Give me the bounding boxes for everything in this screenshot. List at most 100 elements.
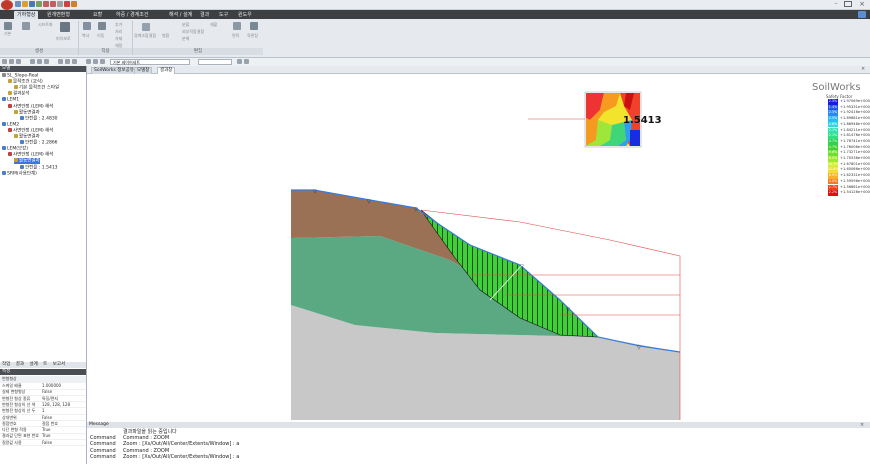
filter-icon[interactable] bbox=[37, 59, 42, 64]
new-file-icon[interactable] bbox=[15, 1, 21, 7]
close-icon[interactable]: × bbox=[857, 0, 867, 8]
menu-tools[interactable]: 도구 bbox=[216, 11, 231, 19]
tab-soilworks-info[interactable]: SoilWorks 정보공유 bbox=[91, 67, 137, 74]
zoom-icon[interactable] bbox=[2, 59, 7, 64]
ribbon-btn-explode[interactable]: 분해 bbox=[182, 36, 189, 42]
tree-item[interactable]: 안전율 : 2.4830 bbox=[20, 115, 58, 121]
area-icon[interactable] bbox=[233, 22, 241, 30]
mesh-icon[interactable] bbox=[100, 59, 105, 64]
rotate-icon[interactable] bbox=[16, 59, 21, 64]
tree-item[interactable]: 활동면결과 bbox=[14, 158, 40, 164]
select-icon[interactable] bbox=[30, 59, 35, 64]
save-as-icon[interactable] bbox=[36, 1, 42, 7]
tree-item[interactable]: 안전율 : 2.2866 bbox=[20, 140, 58, 146]
ribbon-btn-basic[interactable]: 기본 bbox=[4, 31, 11, 37]
menu-window[interactable]: 윈도우 bbox=[235, 11, 255, 19]
property-row[interactable]: 질량값 사용 False bbox=[0, 440, 86, 447]
property-value[interactable]: 절점 번호 bbox=[42, 421, 58, 427]
ribbon-btn-move[interactable]: 이동 bbox=[97, 33, 104, 39]
menu-load-boundary[interactable]: 하중 / 경계조건 bbox=[113, 11, 151, 19]
property-value[interactable]: False bbox=[42, 440, 52, 446]
ribbon-btn-external[interactable]: 외부적합결합 bbox=[182, 29, 204, 35]
ribbon-btn-area[interactable]: 면적 bbox=[232, 33, 239, 39]
tree-item[interactable]: 사면안정 (LEM) 해석 bbox=[8, 152, 53, 158]
result-canvas[interactable]: ▽ ▽ ▽ ▽ ▽ ▽ 1.5413 bbox=[87, 74, 870, 422]
tree-item[interactable]: LEM2 bbox=[2, 121, 19, 127]
grid-icon[interactable] bbox=[72, 59, 77, 64]
tree-item[interactable]: SRM(사용단계) bbox=[2, 170, 37, 176]
ortho-icon[interactable] bbox=[244, 59, 249, 64]
view-icon[interactable] bbox=[44, 59, 49, 64]
tree-item[interactable]: LEM1 bbox=[2, 97, 19, 103]
layer-icon[interactable] bbox=[58, 59, 63, 64]
ribbon-btn-merge[interactable]: 병합 bbox=[162, 33, 169, 39]
ribbon-btn-split[interactable]: 분할 bbox=[182, 22, 189, 28]
tab-tree[interactable]: 트 bbox=[41, 362, 49, 367]
tree-item[interactable]: 결과분석 bbox=[8, 91, 30, 97]
message-close-icon[interactable]: × bbox=[860, 423, 866, 428]
tab-design[interactable]: 설계 bbox=[27, 362, 39, 367]
line-tool-icon[interactable] bbox=[4, 22, 12, 30]
color-select[interactable] bbox=[198, 59, 232, 65]
undo-icon[interactable] bbox=[43, 1, 49, 7]
node-icon[interactable] bbox=[86, 59, 91, 64]
tree-item[interactable]: 활동면결과 bbox=[14, 109, 40, 115]
element-icon[interactable] bbox=[93, 59, 98, 64]
tree-item[interactable]: LEM(보강) bbox=[2, 146, 28, 152]
pan-icon[interactable] bbox=[9, 59, 14, 64]
tab-work[interactable]: 작업 bbox=[0, 362, 12, 367]
boundary-join-icon[interactable] bbox=[142, 23, 150, 31]
save-icon[interactable] bbox=[29, 1, 35, 7]
doc-close-icon[interactable]: × bbox=[861, 67, 867, 72]
tree-item[interactable]: 기본 물적조건 스타일 bbox=[14, 85, 59, 91]
ribbon-btn-boundary[interactable]: 경계조합결합 bbox=[134, 33, 156, 39]
layer-set-select[interactable]: 기본 레이어세트 bbox=[110, 59, 190, 65]
tab-result[interactable]: 결과 bbox=[14, 362, 26, 367]
app-logo-icon[interactable] bbox=[1, 0, 13, 10]
redo-icon[interactable] bbox=[50, 1, 56, 7]
tab-model-view[interactable]: 모델창 bbox=[134, 67, 153, 74]
tree-item[interactable]: 활동면결과 bbox=[14, 134, 40, 140]
tree-item[interactable]: 사면안정 (LEM) 해석 bbox=[8, 103, 53, 109]
ribbon-btn-add[interactable]: 추가 bbox=[115, 22, 122, 28]
ribbon-btn-copy[interactable]: 복사 bbox=[82, 33, 89, 39]
ribbon-btn-hexa[interactable]: 육면장 bbox=[247, 33, 258, 39]
help-icon[interactable] bbox=[858, 11, 866, 18]
menu-geometry[interactable]: 기하형상 bbox=[14, 11, 39, 19]
ribbon-btn-delete[interactable]: 삭제 bbox=[115, 36, 122, 42]
curve-tool-icon[interactable] bbox=[22, 22, 30, 30]
copy-icon[interactable] bbox=[83, 22, 91, 30]
tree-item[interactable]: SL_Slope-Real bbox=[2, 73, 38, 79]
tree-item[interactable]: 사면안정 (LEM) 해석 bbox=[8, 127, 53, 133]
menu-element[interactable]: 요할 bbox=[90, 11, 105, 19]
open-folder-icon[interactable] bbox=[22, 1, 28, 7]
property-value[interactable]: 128, 128, 128 bbox=[42, 402, 70, 408]
minimize-icon[interactable]: – bbox=[832, 1, 840, 7]
print-icon[interactable] bbox=[57, 1, 63, 7]
property-value[interactable]: False bbox=[42, 389, 52, 395]
tree-item[interactable]: 물적조건 (교식) bbox=[8, 79, 43, 85]
property-value[interactable]: True bbox=[42, 433, 51, 439]
tab-report[interactable]: 보고서 bbox=[51, 362, 67, 367]
menu-mesh[interactable]: 원개변환형 bbox=[44, 11, 73, 19]
ribbon-btn-shift[interactable]: 시프트화 bbox=[38, 22, 53, 28]
pdf-icon[interactable] bbox=[64, 1, 70, 7]
solid-icon[interactable] bbox=[60, 22, 70, 32]
export-icon[interactable] bbox=[71, 1, 77, 7]
tree-item[interactable]: 안전율 : 1.5413 bbox=[20, 164, 58, 170]
ribbon-btn-process[interactable]: 처리 bbox=[115, 29, 122, 35]
tab-result-view[interactable]: 결과창 bbox=[157, 67, 176, 74]
ribbon-btn-reassign[interactable]: 재할 bbox=[210, 22, 217, 28]
property-value[interactable]: 특징/면지 bbox=[42, 396, 58, 402]
hexahedron-icon[interactable] bbox=[250, 22, 258, 30]
menu-result[interactable]: 결과 bbox=[197, 11, 212, 19]
snap-icon[interactable] bbox=[237, 59, 242, 64]
property-value[interactable]: 1.000000 bbox=[42, 383, 61, 389]
display-icon[interactable] bbox=[65, 59, 70, 64]
move-icon[interactable] bbox=[98, 22, 106, 30]
property-value[interactable]: 1 bbox=[42, 408, 45, 414]
maximize-icon[interactable] bbox=[844, 1, 852, 7]
property-value[interactable]: False bbox=[42, 415, 52, 421]
menu-analysis[interactable]: 해석 / 설계 bbox=[166, 11, 195, 19]
ribbon-btn-mirror[interactable]: 미아보로 bbox=[56, 36, 71, 42]
